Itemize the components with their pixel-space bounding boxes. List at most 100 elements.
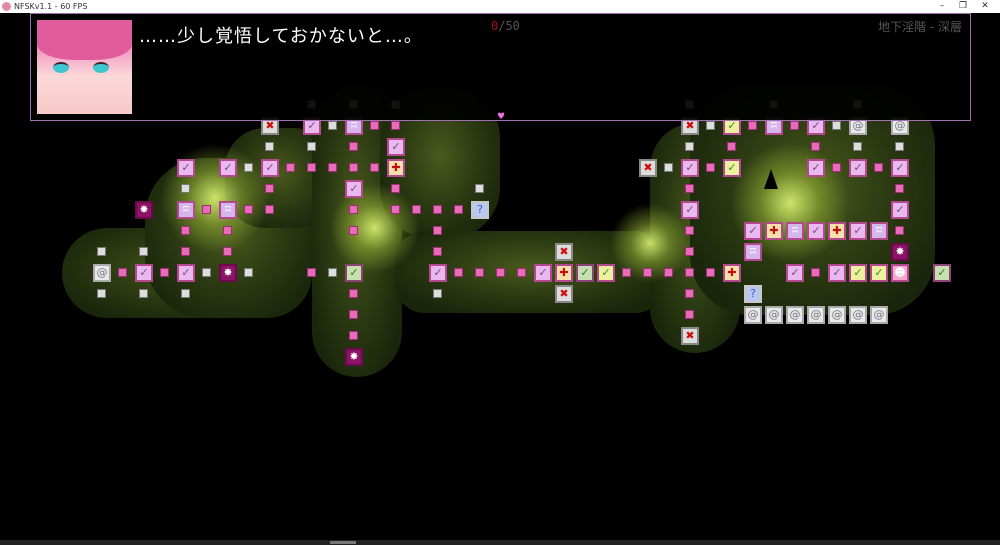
event-card-check[interactable]: ✓ <box>345 180 363 198</box>
heal-card[interactable]: ✚ <box>555 264 573 282</box>
floor-tile[interactable] <box>307 163 316 172</box>
floor-tile[interactable] <box>727 142 736 151</box>
empty-tile[interactable] <box>244 163 253 172</box>
player-character[interactable]: ☻ <box>891 264 909 282</box>
empty-tile[interactable] <box>139 247 148 256</box>
spiral-card[interactable]: @ <box>870 306 888 324</box>
empty-tile[interactable] <box>139 289 148 298</box>
event-card-bunny[interactable]: ʭ <box>744 243 762 261</box>
event-card-check[interactable]: ✓ <box>261 159 279 177</box>
floor-tile[interactable] <box>433 247 442 256</box>
scrollbar-thumb[interactable] <box>330 541 356 544</box>
restore-button[interactable]: ❐ <box>953 0 973 12</box>
game-viewport[interactable]: ✖ ✓ ʭ ✖ ✓ ʭ ✓ @ @ ✓ ✓ ✓ ✓ ✚ ✖ ✓ ✓ ✓ ✓ ✓ ✓ ✸ ʭ ʭ? ✓ ✓ ✓ ✚ ʭ ✓ ✚ ✓ ʭ ✖ ʭ ✸ @ ✓ ✓… <box>0 13 1000 540</box>
spiral-card[interactable]: @ <box>744 306 762 324</box>
empty-tile[interactable] <box>475 184 484 193</box>
close-button[interactable]: ✕ <box>975 0 995 12</box>
spiral-card[interactable]: @ <box>828 306 846 324</box>
floor-tile[interactable] <box>454 268 463 277</box>
event-card-check[interactable]: ✓ <box>744 222 762 240</box>
floor-tile[interactable] <box>181 226 190 235</box>
event-card-check[interactable]: ✓ <box>807 159 825 177</box>
empty-tile[interactable] <box>244 268 253 277</box>
floor-tile[interactable] <box>349 226 358 235</box>
empty-tile[interactable] <box>853 142 862 151</box>
floor-tile[interactable] <box>832 163 841 172</box>
floor-tile[interactable] <box>811 142 820 151</box>
floor-tile[interactable] <box>349 310 358 319</box>
spiral-card[interactable]: @ <box>93 264 111 282</box>
event-card-check[interactable]: ✓ <box>807 222 825 240</box>
floor-tile[interactable] <box>349 163 358 172</box>
event-card-check[interactable]: ✓ <box>681 159 699 177</box>
floor-tile[interactable] <box>349 289 358 298</box>
event-card-check[interactable]: ✓ <box>387 138 405 156</box>
floor-tile[interactable] <box>685 268 694 277</box>
event-card-check[interactable]: ✓ <box>786 264 804 282</box>
empty-tile[interactable] <box>181 184 190 193</box>
floor-tile[interactable] <box>244 205 253 214</box>
spiral-card[interactable]: @ <box>807 306 825 324</box>
event-card-check[interactable]: ✓ <box>135 264 153 282</box>
floor-tile[interactable] <box>643 268 652 277</box>
heal-card[interactable]: ✚ <box>387 159 405 177</box>
floor-tile[interactable] <box>265 205 274 214</box>
empty-tile[interactable] <box>181 289 190 298</box>
floor-tile[interactable] <box>811 268 820 277</box>
floor-tile[interactable] <box>391 184 400 193</box>
floor-tile[interactable] <box>349 142 358 151</box>
event-card-check[interactable]: ✓ <box>681 201 699 219</box>
floor-tile[interactable] <box>517 268 526 277</box>
trap-card[interactable]: ✖ <box>555 285 573 303</box>
empty-tile[interactable] <box>97 289 106 298</box>
heal-card[interactable]: ✚ <box>828 222 846 240</box>
trap-card[interactable]: ✖ <box>681 327 699 345</box>
event-card-check[interactable]: ✓ <box>534 264 552 282</box>
floor-tile[interactable] <box>790 121 799 130</box>
event-card-check[interactable]: ✓ <box>849 222 867 240</box>
empty-tile[interactable] <box>328 121 337 130</box>
floor-tile[interactable] <box>202 205 211 214</box>
floor-tile[interactable] <box>412 205 421 214</box>
spiral-card[interactable]: @ <box>765 306 783 324</box>
green-event-card[interactable]: ✓ <box>345 264 363 282</box>
event-card-check-cleared[interactable]: ✓ <box>849 264 867 282</box>
burst-tile[interactable]: ✸ <box>135 201 153 219</box>
event-card-check[interactable]: ✓ <box>828 264 846 282</box>
empty-tile[interactable] <box>265 142 274 151</box>
floor-tile[interactable] <box>391 121 400 130</box>
event-card-check[interactable]: ✓ <box>177 159 195 177</box>
floor-tile[interactable] <box>181 247 190 256</box>
floor-tile[interactable] <box>391 205 400 214</box>
floor-tile[interactable] <box>118 268 127 277</box>
spiral-card[interactable]: @ <box>786 306 804 324</box>
event-card-bunny[interactable]: ʭ <box>786 222 804 240</box>
heal-card[interactable]: ✚ <box>723 264 741 282</box>
empty-tile[interactable] <box>97 247 106 256</box>
continue-heart-icon[interactable]: ♥ <box>497 112 505 122</box>
empty-tile[interactable] <box>202 268 211 277</box>
floor-tile[interactable] <box>685 247 694 256</box>
empty-tile[interactable] <box>307 142 316 151</box>
burst-tile[interactable]: ✸ <box>891 243 909 261</box>
floor-tile[interactable] <box>328 163 337 172</box>
floor-tile[interactable] <box>664 268 673 277</box>
event-card-check-cleared[interactable]: ✓ <box>870 264 888 282</box>
empty-tile[interactable] <box>433 289 442 298</box>
burst-tile[interactable]: ✸ <box>219 264 237 282</box>
event-card-check-cleared[interactable]: ✓ <box>723 159 741 177</box>
empty-tile[interactable] <box>895 142 904 151</box>
event-card-check[interactable]: ✓ <box>219 159 237 177</box>
dialog-box[interactable]: ……少し覚悟しておかないと…。 0/50 地下淫階 - 深層 ♥ <box>30 13 971 122</box>
floor-tile[interactable] <box>496 268 505 277</box>
event-card-bunny[interactable]: ʭ <box>219 201 237 219</box>
floor-tile[interactable] <box>475 268 484 277</box>
floor-tile[interactable] <box>622 268 631 277</box>
horizontal-scrollbar[interactable] <box>0 540 1000 545</box>
spiral-card[interactable]: @ <box>849 306 867 324</box>
floor-tile[interactable] <box>223 226 232 235</box>
floor-tile[interactable] <box>706 268 715 277</box>
event-card-check[interactable]: ✓ <box>849 159 867 177</box>
floor-tile[interactable] <box>895 184 904 193</box>
floor-tile[interactable] <box>433 226 442 235</box>
